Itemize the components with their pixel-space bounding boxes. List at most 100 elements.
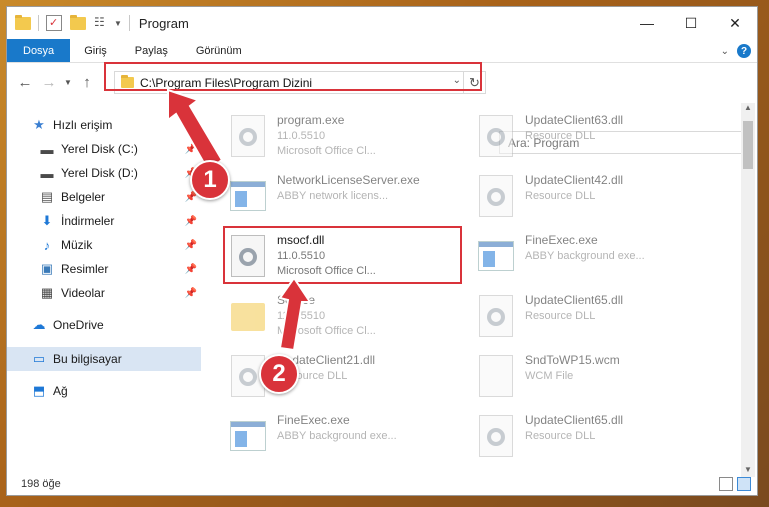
file-name: Source — [277, 293, 316, 307]
address-history-icon[interactable]: ⌄ — [453, 75, 461, 86]
file-detail: Microsoft Office Cl... — [277, 265, 376, 277]
maximize-button[interactable]: ☐ — [669, 7, 713, 39]
explorer-window: ✓ ☷ ▼ Program — ☐ ✕ Dosya Giriş Paylaş G… — [6, 6, 758, 496]
sidebar-item-label: Videolar — [61, 286, 105, 300]
file-detail: 11.0.5510 — [277, 310, 326, 322]
file-tile[interactable]: Source 11.0.5510 Microsoft Office Cl... — [227, 293, 467, 353]
dll-icon — [475, 113, 517, 161]
file-text: UpdateClient42.dll Resource DLL — [525, 173, 623, 233]
up-arrow-icon[interactable]: ↑ — [75, 74, 99, 91]
file-tile[interactable]: program.exe 11.0.5510 Microsoft Office Cl.… — [227, 113, 467, 173]
file-tile[interactable]: UpdateClient65.dll Resource DLL — [475, 293, 715, 353]
file-name: UpdateClient63.dll — [525, 113, 624, 127]
file-detail: Resource DLL — [525, 190, 596, 202]
folder-icon — [15, 14, 31, 30]
sidebar-item-label: Hızlı erişim — [53, 118, 113, 132]
step-2-badge: 2 — [259, 354, 299, 394]
sidebar-item[interactable]: ☁ OneDrive — [7, 313, 201, 337]
file-name: msocf.dll — [277, 233, 325, 247]
file-tile[interactable]: NetworkLicenseServer.exe ABBY network lic… — [227, 173, 467, 233]
address-bar[interactable]: C:\Program Files\Program Dizini ⌄ ↻ — [114, 71, 486, 94]
file-icon-graphic — [479, 175, 513, 217]
file-detail: Resource DLL — [525, 130, 596, 142]
sidebar-item[interactable]: ▤ Belgeler 📌 — [7, 185, 201, 209]
sidebar-item[interactable]: ⬒ Ağ — [7, 379, 201, 403]
sidebar-item[interactable]: ▬ Yerel Disk (C:) 📌 — [7, 137, 201, 161]
sidebar-item-label: Belgeler — [61, 190, 106, 204]
file-tile[interactable]: UpdateClient63.dll Resource DLL — [475, 113, 715, 173]
star-icon: ★ — [33, 117, 45, 132]
back-arrow-icon[interactable]: ← — [13, 74, 37, 91]
documents-icon: ▤ — [40, 189, 54, 204]
tab-home[interactable]: Giriş — [70, 39, 121, 62]
file-tile[interactable]: msocf.dll 11.0.5510 Microsoft Office Cl... — [227, 233, 467, 293]
file-icon-graphic — [479, 355, 513, 397]
vertical-scrollbar[interactable]: ▲ ▼ — [741, 103, 755, 477]
tab-view[interactable]: Görünüm — [182, 39, 256, 62]
navigation-bar: ← → ▼ ↑ C:\Program Files\Program Dizini … — [7, 67, 757, 154]
customize-toolbar-icon[interactable]: ▼ — [114, 19, 122, 28]
file-detail: Microsoft Office Cl... — [277, 145, 376, 157]
file-tile[interactable]: SndToWP15.wcm WCM File — [475, 353, 715, 413]
file-name: FineExec.exe — [277, 413, 350, 427]
sidebar-item-label: Bu bilgisayar — [53, 352, 122, 366]
sidebar-item-label: Yerel Disk (D:) — [61, 166, 138, 180]
sidebar-item[interactable]: ▬Yerel Disk (D:)📌 — [7, 161, 201, 185]
sidebar-item[interactable]: ▣ Resimler 📌 — [7, 257, 201, 281]
properties-icon[interactable]: ✓ — [46, 15, 62, 31]
file-detail: Resource DLL — [525, 310, 596, 322]
chevron-down-icon[interactable]: ⌄ — [721, 46, 729, 57]
tiles-view-icon[interactable] — [737, 477, 751, 491]
dll-icon — [475, 173, 517, 221]
status-bar: 198 öğe — [7, 473, 757, 495]
file-text: FineExec.exe ABBY background exe... — [277, 413, 397, 465]
file-tile[interactable]: FineExec.exe ABBY background exe... — [475, 233, 715, 293]
file-detail: Resource DLL — [525, 430, 596, 442]
file-detail: 11.0.5510 — [277, 250, 326, 262]
file-text: SndToWP15.wcm WCM File — [525, 353, 620, 413]
file-detail: WCM File — [525, 370, 574, 382]
file-icon-graphic — [230, 181, 266, 211]
scroll-up-icon[interactable]: ▲ — [741, 103, 755, 115]
file-icon — [475, 353, 517, 401]
sidebar-item[interactable]: ⬇ İndirmeler 📌 — [7, 209, 201, 233]
dll-icon — [475, 293, 517, 341]
tab-file[interactable]: Dosya — [7, 39, 71, 62]
navigation-pane: ★ Hızlı erişim ▬ Yerel Disk (C:) 📌 ▬ Yerel Dis… — [7, 103, 203, 463]
file-icon-graphic — [479, 295, 513, 337]
recent-locations-icon[interactable]: ▼ — [61, 78, 75, 87]
view-switcher — [719, 477, 751, 491]
file-icon-graphic — [230, 421, 266, 451]
dll-icon — [227, 233, 269, 281]
scrollbar-thumb[interactable] — [743, 121, 753, 169]
file-detail: ABBY background exe... — [525, 250, 645, 262]
file-detail: Microsoft Office Cl... — [277, 325, 376, 337]
sidebar-item[interactable]: ♪ Müzik 📌 — [7, 233, 201, 257]
drive-icon: ▬ — [40, 165, 54, 181]
close-button[interactable]: ✕ — [713, 7, 757, 39]
file-icon-graphic — [478, 241, 514, 271]
cloud-icon: ☁ — [32, 317, 46, 332]
new-folder-icon[interactable] — [70, 14, 86, 30]
minimize-button[interactable]: — — [625, 7, 669, 39]
sidebar-item[interactable]: ▭ Bu bilgisayar — [7, 347, 201, 371]
music-icon: ♪ — [43, 237, 51, 253]
address-path[interactable]: C:\Program Files\Program Dizini — [140, 76, 312, 90]
refresh-icon[interactable]: ↻ — [463, 72, 485, 93]
forward-arrow-icon[interactable]: → — [37, 74, 61, 91]
file-tile[interactable]: FineExec.exe ABBY background exe... — [227, 413, 467, 465]
sidebar-item[interactable]: ★ Hızlı erişim — [7, 113, 201, 137]
file-name: FineExec.exe — [525, 233, 598, 247]
details-view-icon[interactable] — [719, 477, 733, 491]
file-tile[interactable]: UpdateClient42.dll Resource DLL — [475, 173, 715, 233]
file-name: SndToWP15.wcm — [525, 353, 620, 367]
file-name: UpdateClient42.dll — [525, 173, 624, 187]
file-name: UpdateClient65.dll — [525, 413, 624, 427]
tab-share[interactable]: Paylaş — [121, 39, 182, 62]
help-icon[interactable]: ? — [737, 44, 751, 58]
file-tile[interactable]: UpdateClient65.dll Resource DLL — [475, 413, 715, 465]
sidebar-item[interactable]: ▦ Videolar 📌 — [7, 281, 201, 305]
file-icon-graphic — [231, 235, 265, 277]
view-options-icon[interactable]: ☷ — [94, 15, 110, 31]
file-text: UpdateClient63.dll Resource DLL — [525, 113, 623, 173]
